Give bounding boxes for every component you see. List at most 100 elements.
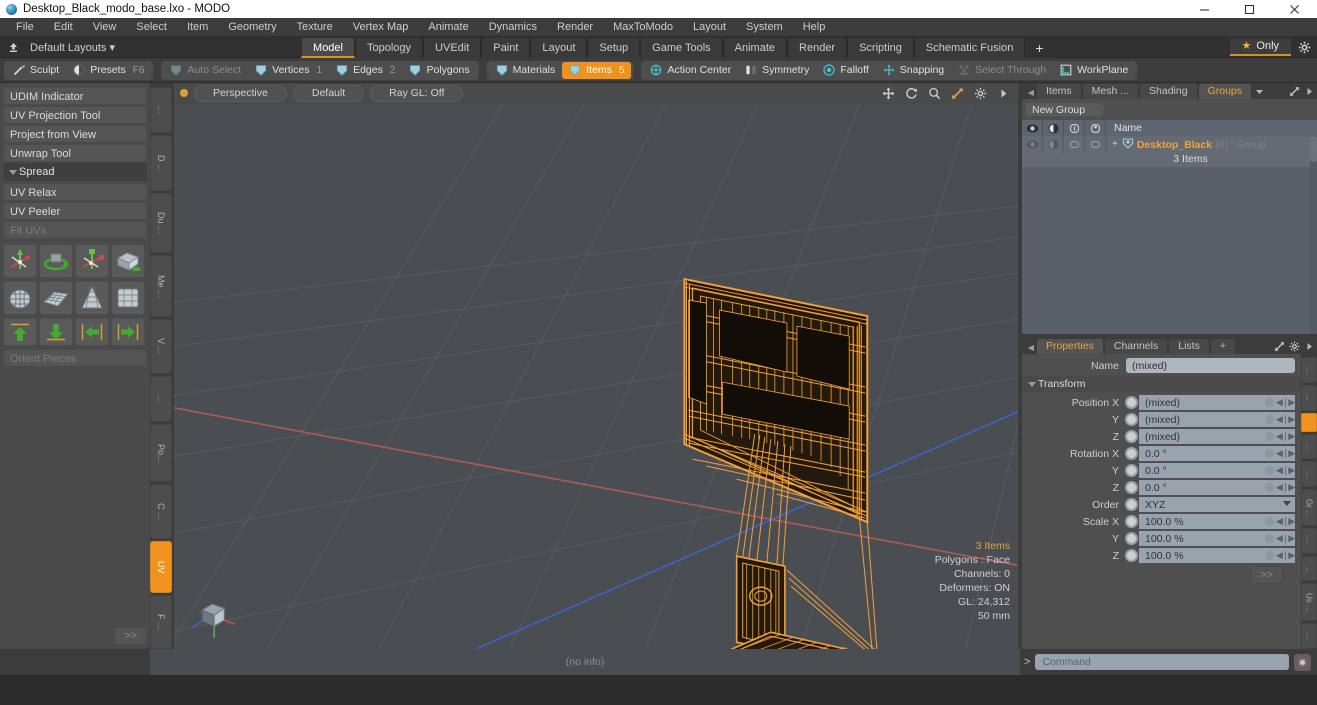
- field-stepper-arrows[interactable]: ◀❘▶: [1276, 516, 1295, 527]
- field-stepper-arrows[interactable]: ◀❘▶: [1276, 414, 1295, 425]
- menu-item-geometry[interactable]: Geometry: [218, 18, 286, 37]
- pan-icon[interactable]: [880, 85, 897, 102]
- menu-item-dynamics[interactable]: Dynamics: [479, 18, 547, 37]
- only-toggle-button[interactable]: ★ Only: [1229, 38, 1292, 56]
- right-vtab-5[interactable]: Gr ...: [1301, 489, 1317, 526]
- menu-item-system[interactable]: System: [736, 18, 793, 37]
- prop-tab-add[interactable]: +: [1209, 339, 1236, 354]
- record-macro-button[interactable]: [1294, 653, 1311, 671]
- tool-uv-projection[interactable]: UV Projection Tool: [3, 106, 147, 124]
- command-input[interactable]: Command: [1035, 654, 1289, 670]
- field-channel-toggle[interactable]: [1125, 396, 1138, 409]
- left-vtab-0[interactable]: ...: [150, 87, 172, 134]
- properties-gear-icon[interactable]: [1287, 339, 1302, 354]
- uv-cone-unwrap-icon[interactable]: [75, 281, 109, 315]
- field-key-dot[interactable]: [1265, 398, 1274, 407]
- properties-maximize-icon[interactable]: [1272, 339, 1287, 354]
- prop-tab-properties[interactable]: Properties: [1036, 339, 1104, 354]
- properties-expand-button[interactable]: >>: [1250, 566, 1283, 584]
- field-input[interactable]: 0.0 ° ◀❘▶: [1139, 480, 1295, 495]
- viewport-3d[interactable]: 3 Items Polygons : Face Channels: 0 Defo…: [174, 103, 1018, 649]
- row-select-toggle[interactable]: [1085, 136, 1106, 153]
- left-vtab-9[interactable]: F ...: [150, 594, 172, 650]
- uv-cylinder-unwrap-icon[interactable]: [111, 281, 145, 315]
- field-channel-toggle[interactable]: [1125, 532, 1138, 545]
- right-vtab-7[interactable]: ...: [1301, 555, 1317, 582]
- col-render-icon[interactable]: [1043, 120, 1064, 136]
- field-key-dot[interactable]: [1265, 415, 1274, 424]
- add-layout-tab-button[interactable]: +: [1025, 37, 1054, 58]
- viewport-raygl-button[interactable]: Ray GL: Off: [370, 84, 464, 102]
- layout-tab-layout[interactable]: Layout: [530, 37, 588, 58]
- right-vtab-1[interactable]: ...: [1301, 384, 1317, 411]
- viewport-indicator-icon[interactable]: [180, 89, 188, 98]
- close-button[interactable]: [1272, 0, 1317, 18]
- layout-tab-setup[interactable]: Setup: [587, 37, 641, 58]
- tab-scroll-left-icon[interactable]: ◀: [1026, 85, 1036, 99]
- zoom-icon[interactable]: [926, 85, 943, 102]
- tab-groups[interactable]: Groups: [1197, 84, 1253, 99]
- right-vtab-4[interactable]: ...: [1301, 461, 1317, 488]
- field-key-dot[interactable]: [1265, 483, 1274, 492]
- row-visibility-toggle[interactable]: [1022, 136, 1043, 153]
- mode-select-through-button[interactable]: Select Through: [951, 62, 1053, 79]
- viewport-shading-button[interactable]: Default: [292, 84, 365, 102]
- right-vtab-2[interactable]: [1301, 412, 1317, 432]
- group-list-body[interactable]: + Desktop_Black (4) : Group 3 Items: [1022, 136, 1317, 334]
- field-channel-toggle[interactable]: [1125, 481, 1138, 494]
- field-key-dot[interactable]: [1265, 534, 1274, 543]
- left-vtab-1[interactable]: D ...: [150, 135, 172, 191]
- maximize-button[interactable]: [1227, 0, 1272, 18]
- right-vtab-3[interactable]: ...: [1301, 433, 1317, 460]
- layout-tab-render[interactable]: Render: [787, 37, 848, 58]
- mode-items-button[interactable]: Items 5: [562, 61, 632, 79]
- field-stepper-arrows[interactable]: ◀❘▶: [1276, 482, 1295, 493]
- uv-move-down-icon[interactable]: [39, 318, 73, 346]
- viewport-gear-icon[interactable]: [972, 85, 989, 102]
- minimize-button[interactable]: [1182, 0, 1227, 18]
- default-layouts-dropdown[interactable]: Default Layouts ▾: [26, 41, 125, 54]
- new-group-button[interactable]: New Group: [1025, 102, 1105, 117]
- field-stepper-arrows[interactable]: ◀❘▶: [1276, 533, 1295, 544]
- uv-move-up-icon[interactable]: [3, 318, 37, 346]
- uv-transform-cube-icon[interactable]: [111, 244, 145, 278]
- right-vtab-0[interactable]: ...: [1301, 357, 1317, 383]
- field-channel-toggle[interactable]: [1125, 413, 1138, 426]
- field-channel-toggle[interactable]: [1125, 515, 1138, 528]
- prop-tab-channels[interactable]: Channels: [1103, 339, 1169, 354]
- field-input[interactable]: 100.0 % ◀❘▶: [1139, 514, 1295, 529]
- panel-more-icon[interactable]: [1302, 84, 1317, 99]
- prop-tab-scroll-left-icon[interactable]: ◀: [1026, 340, 1036, 354]
- viewport-more-icon[interactable]: [995, 85, 1012, 102]
- layout-tab-scripting[interactable]: Scripting: [847, 37, 914, 58]
- tool-uv-peeler[interactable]: UV Peeler: [3, 202, 147, 220]
- field-channel-toggle[interactable]: [1125, 549, 1138, 562]
- left-panel-expand-button[interactable]: >>: [114, 627, 147, 645]
- mode-snapping-button[interactable]: Snapping: [876, 62, 951, 79]
- right-vtab-8[interactable]: Us ...: [1301, 583, 1317, 622]
- tool-unwrap[interactable]: Unwrap Tool: [3, 144, 147, 162]
- field-input[interactable]: (mixed) ◀❘▶: [1139, 412, 1295, 427]
- menu-item-edit[interactable]: Edit: [44, 18, 83, 37]
- left-vtab-3[interactable]: Me ...: [150, 255, 172, 317]
- field-stepper-arrows[interactable]: ◀❘▶: [1276, 448, 1295, 459]
- field-stepper-arrows[interactable]: ◀❘▶: [1276, 550, 1295, 561]
- row-lock-toggle[interactable]: [1064, 136, 1085, 153]
- chevron-down-icon[interactable]: [1283, 501, 1291, 506]
- group-list-scrollbar[interactable]: [1310, 136, 1317, 334]
- section-spread[interactable]: Spread: [3, 163, 147, 181]
- field-channel-toggle[interactable]: [1125, 464, 1138, 477]
- field-stepper-arrows[interactable]: ◀❘▶: [1276, 397, 1295, 408]
- mode-edges-button[interactable]: Edges 2: [329, 62, 402, 79]
- menu-item-vertex-map[interactable]: Vertex Map: [343, 18, 419, 37]
- tab-shading[interactable]: Shading: [1139, 84, 1198, 99]
- layout-tab-topology[interactable]: Topology: [355, 37, 424, 58]
- tab-mesh-[interactable]: Mesh ...: [1081, 84, 1140, 99]
- menu-item-render[interactable]: Render: [547, 18, 603, 37]
- uv-unwrap-sphere-icon[interactable]: [3, 281, 37, 315]
- field-input[interactable]: 100.0 % ◀❘▶: [1139, 548, 1295, 563]
- menu-item-texture[interactable]: Texture: [287, 18, 343, 37]
- layout-tab-game-tools[interactable]: Game Tools: [640, 37, 723, 58]
- field-channel-toggle[interactable]: [1125, 447, 1138, 460]
- left-vtab-2[interactable]: Du ...: [150, 192, 172, 254]
